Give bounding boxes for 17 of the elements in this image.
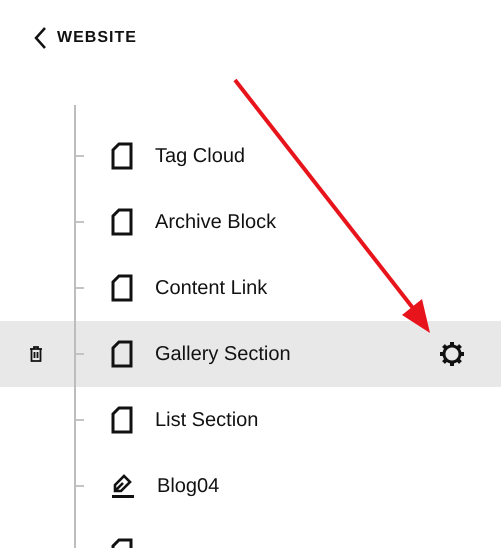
page-title[interactable]: Content Link [155, 276, 268, 300]
page-icon [111, 142, 133, 170]
page-title[interactable]: List Section [155, 408, 258, 432]
pen-icon [111, 472, 135, 500]
selected-page-row[interactable]: Gallery Section [0, 321, 501, 387]
back-button[interactable]: WEBSITE [33, 25, 137, 51]
page-title[interactable]: Archive Block [155, 210, 276, 234]
page-icon [111, 340, 133, 368]
settings-icon[interactable] [438, 340, 466, 368]
back-chevron-icon [33, 26, 47, 50]
page-title[interactable]: Gallery Section [155, 342, 291, 366]
page-icon [111, 208, 133, 236]
page-title[interactable]: Blog04 [157, 474, 220, 498]
page-title[interactable]: Tag Cloud [155, 144, 246, 168]
page-icon [111, 274, 133, 302]
page-icon [111, 406, 133, 434]
trash-icon[interactable] [29, 346, 43, 362]
